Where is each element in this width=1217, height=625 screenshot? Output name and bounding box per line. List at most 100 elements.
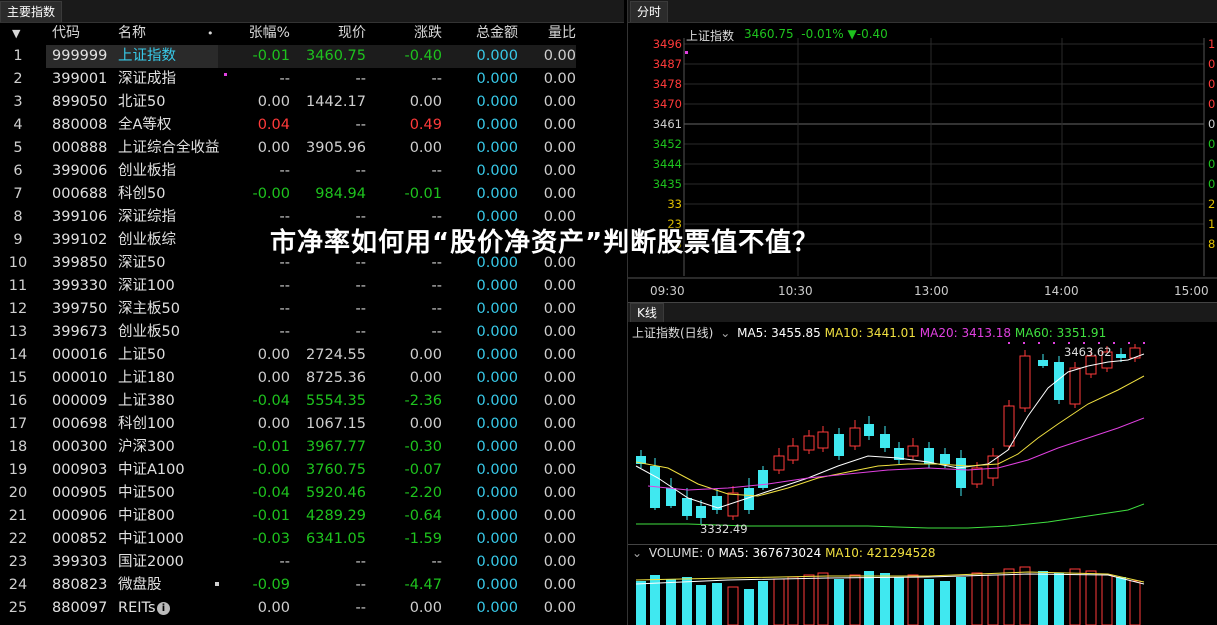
row-volratio: 0.00 <box>543 347 576 363</box>
row-number: 18 <box>8 439 28 455</box>
tab-kline[interactable]: K线 <box>630 303 664 322</box>
row-code: 000688 <box>52 186 108 202</box>
volume-bar <box>1116 577 1126 625</box>
row-volratio: 0.00 <box>543 577 576 593</box>
table-row[interactable]: 11 399330 深证100 -- -- -- 0.000 0.00 <box>0 275 624 298</box>
row-name: 上证380 <box>118 393 175 409</box>
row-pct: -0.00 <box>252 462 290 478</box>
row-code: 880008 <box>52 117 108 133</box>
header-volratio[interactable]: 量比 <box>524 22 576 45</box>
row-amount: 0.000 <box>476 393 518 409</box>
intraday-y-label-right: 0 <box>1208 97 1216 111</box>
row-chg: -- <box>431 278 442 294</box>
volume-bar <box>650 575 660 625</box>
row-number: 2 <box>13 71 23 87</box>
row-volratio: 0.00 <box>543 393 576 409</box>
intraday-time-label: 13:00 <box>914 284 949 298</box>
volume-bar <box>1054 573 1064 625</box>
candle-body <box>1019 355 1031 409</box>
info-icon[interactable]: i <box>157 602 170 615</box>
candle-body <box>1069 367 1081 405</box>
row-price: 1442.17 <box>306 94 366 110</box>
row-volratio: 0.00 <box>543 554 576 570</box>
header-code[interactable]: 代码 <box>52 22 80 45</box>
header-pct[interactable]: 张幅% <box>220 22 290 45</box>
row-number: 9 <box>13 232 23 248</box>
volume-chart[interactable] <box>628 562 1217 625</box>
table-row[interactable]: 15 000010 上证180 0.00 8725.36 0.00 0.000 0.00 <box>0 367 624 390</box>
row-price: 6341.05 <box>306 531 366 547</box>
row-chg: -2.20 <box>404 485 442 501</box>
row-name: 深证50 <box>118 255 166 271</box>
table-row[interactable]: 16 000009 上证380 -0.04 5554.35 -2.36 0.000 0.00 <box>0 390 624 413</box>
volume-collapse-icon[interactable]: ⌄ <box>632 546 642 560</box>
row-amount: 0.000 <box>476 462 518 478</box>
volume-bar <box>773 578 785 625</box>
table-row[interactable]: 7 000688 科创50 -0.00 984.94 -0.01 0.000 0.00 <box>0 183 624 206</box>
volume-bar <box>907 574 919 625</box>
row-price: 3760.75 <box>306 462 366 478</box>
table-row[interactable]: 21 000906 中证800 -0.01 4289.29 -0.64 0.000 0.00 <box>0 505 624 528</box>
table-row[interactable]: 22 000852 中证1000 -0.03 6341.05 -1.59 0.000 0.00 <box>0 528 624 551</box>
table-row[interactable]: 4 880008 全A等权 0.04 -- 0.49 0.000 0.00 <box>0 114 624 137</box>
intraday-y-label-right: 2 <box>1208 197 1216 211</box>
row-volratio: 0.00 <box>543 163 576 179</box>
row-pct: -0.04 <box>252 393 290 409</box>
table-row[interactable]: 3 899050 北证50 0.00 1442.17 0.00 0.000 0.00 <box>0 91 624 114</box>
kline-chart[interactable] <box>628 338 1217 543</box>
row-code: 000300 <box>52 439 108 455</box>
row-number: 24 <box>8 577 28 593</box>
volume-bar <box>987 574 999 625</box>
row-code: 999999 <box>46 45 118 68</box>
row-name: 全A等权 <box>118 117 172 133</box>
intraday-y-label-right: 1 <box>1208 37 1216 51</box>
row-code: 880097 <box>52 600 108 616</box>
row-code: 899050 <box>52 94 108 110</box>
table-row[interactable]: 6 399006 创业板指 -- -- -- 0.000 0.00 <box>0 160 624 183</box>
row-number: 23 <box>8 554 28 570</box>
table-row[interactable]: 1 999999 上证指数 -0.01 3460.75 -0.40 0.000 0.00 <box>0 45 624 68</box>
row-code: 000009 <box>52 393 108 409</box>
row-price: -- <box>355 577 366 593</box>
kline-tabbar: K线 <box>628 302 1217 322</box>
row-volratio: 0.00 <box>543 370 576 386</box>
table-row[interactable]: 17 000698 科创100 0.00 1067.15 0.00 0.000 0.00 <box>0 413 624 436</box>
row-number: 10 <box>8 255 28 271</box>
row-number: 15 <box>8 370 28 386</box>
row-chg: 0.00 <box>409 600 442 616</box>
intraday-chart[interactable] <box>628 0 1217 305</box>
row-chg: -0.64 <box>404 508 442 524</box>
sort-arrow-icon[interactable]: ▼ <box>12 22 20 45</box>
tab-main-indices[interactable]: 主要指数 <box>0 1 63 22</box>
row-amount: 0.000 <box>476 163 518 179</box>
intraday-y-label-right: 0 <box>1208 117 1216 131</box>
row-name: 创业板指 <box>118 163 176 179</box>
table-row[interactable]: 24 880823 微盘股 -0.09 -- -4.47 0.000 0.00 <box>0 574 624 597</box>
candle-body <box>666 488 676 506</box>
table-row[interactable]: 12 399750 深主板50 -- -- -- 0.000 0.00 <box>0 298 624 321</box>
header-price[interactable]: 现价 <box>296 22 366 45</box>
row-chg: 0.49 <box>409 117 442 133</box>
candle-body <box>971 467 983 485</box>
table-row[interactable]: 5 000888 上证综合全收益 0.00 3905.96 0.00 0.000 0.00 <box>0 137 624 160</box>
table-row[interactable]: 23 399303 国证2000 -- -- -- 0.000 0.00 <box>0 551 624 574</box>
row-code: 399750 <box>52 301 108 317</box>
header-chg[interactable]: 涨跌 <box>372 22 442 45</box>
table-row[interactable]: 18 000300 沪深300 -0.01 3967.77 -0.30 0.000 0.00 <box>0 436 624 459</box>
header-name[interactable]: 名称 <box>118 22 146 45</box>
row-volratio: 0.00 <box>543 600 576 616</box>
row-amount: 0.000 <box>476 577 518 593</box>
table-row[interactable]: 2 399001 深证成指 -- -- -- 0.000 0.00 <box>0 68 624 91</box>
header-amount[interactable]: 总金额 <box>448 22 518 45</box>
row-name: 沪深300 <box>118 439 175 455</box>
table-row[interactable]: 14 000016 上证50 0.00 2724.55 0.00 0.000 0.00 <box>0 344 624 367</box>
row-name: 中证800 <box>118 508 175 524</box>
row-code: 880823 <box>52 577 108 593</box>
row-price: 5554.35 <box>306 393 366 409</box>
row-price: 4289.29 <box>306 508 366 524</box>
table-row[interactable]: 25 880097 REITs 0.00 -- 0.00 0.000 0.00 i <box>0 597 624 620</box>
table-row[interactable]: 19 000903 中证A100 -0.00 3760.75 -0.07 0.000 0.00 <box>0 459 624 482</box>
table-row[interactable]: 13 399673 创业板50 -- -- -- 0.000 0.00 <box>0 321 624 344</box>
table-row[interactable]: 20 000905 中证500 -0.04 5920.46 -2.20 0.000 0.00 <box>0 482 624 505</box>
row-amount: 0.000 <box>476 140 518 156</box>
